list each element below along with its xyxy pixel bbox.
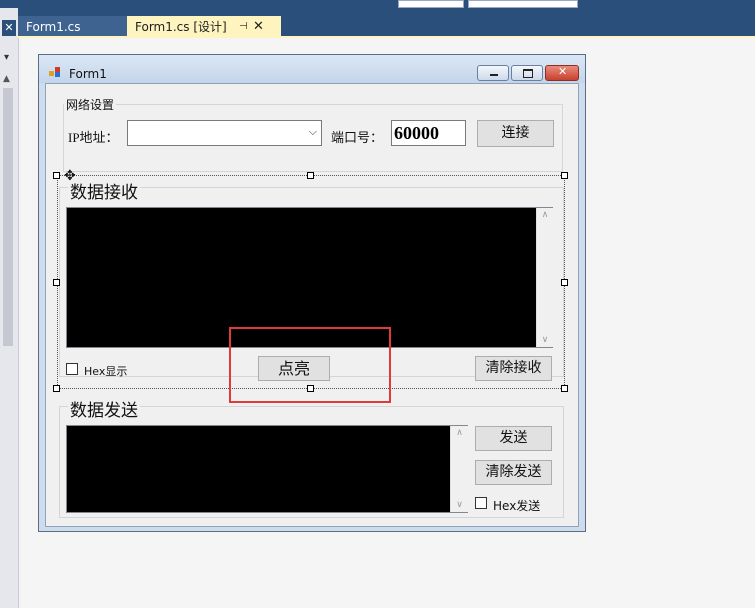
resize-handle[interactable]	[561, 279, 568, 286]
toolbar-dropdown[interactable]	[468, 0, 578, 8]
toolbar-dropdown[interactable]	[398, 0, 464, 8]
form-titlebar: Form1	[39, 55, 585, 83]
tab-form1-designer[interactable]: Form1.cs [设计] ⊣ ✕	[127, 16, 281, 38]
chevron-down-icon[interactable]: ▾	[4, 52, 9, 63]
send-button[interactable]: 发送	[475, 426, 552, 451]
scroll-up-icon[interactable]: ∧	[451, 428, 468, 438]
close-tab-icon[interactable]: ✕	[253, 16, 264, 38]
ip-address-combobox[interactable]: ⌵	[127, 120, 322, 146]
hex-send-label: Hex发送	[493, 499, 541, 513]
maximize-icon[interactable]	[511, 65, 543, 81]
resize-handle[interactable]	[53, 385, 60, 392]
scrollbar-thumb[interactable]	[3, 88, 13, 346]
app-icon	[49, 67, 61, 77]
ide-toolbar	[0, 0, 755, 8]
tab-label: Form1.cs	[26, 20, 81, 34]
scroll-up-icon[interactable]: ▲	[3, 74, 10, 84]
port-input[interactable]: 60000	[391, 120, 466, 146]
highlight-annotation	[229, 327, 391, 403]
scroll-down-icon[interactable]: ∨	[451, 500, 468, 510]
send-textbox[interactable]	[66, 425, 468, 513]
data-send-title: 数据发送	[68, 396, 140, 421]
network-settings-title: 网络设置	[64, 96, 117, 113]
port-label: 端口号：	[331, 131, 384, 146]
document-tab-bar: Form1.cs Form1.cs [设计] ⊣ ✕	[18, 8, 755, 38]
ip-label: IP地址：	[68, 130, 119, 145]
move-handle-icon[interactable]: ✥	[64, 168, 76, 184]
clear-send-button[interactable]: 清除发送	[475, 460, 552, 485]
form-title: Form1	[69, 67, 107, 81]
close-icon[interactable]: ✕	[2, 20, 16, 36]
resize-handle[interactable]	[561, 172, 568, 179]
tab-form1-code[interactable]: Form1.cs	[18, 16, 140, 38]
tab-label: Form1.cs [设计]	[135, 20, 227, 34]
resize-handle[interactable]	[561, 385, 568, 392]
connect-button[interactable]: 连接	[477, 120, 554, 147]
left-tool-rail: ✕ ▾ ▲	[0, 8, 19, 608]
resize-handle[interactable]	[53, 172, 60, 179]
resize-handle[interactable]	[53, 279, 60, 286]
window-close-icon[interactable]	[545, 65, 579, 81]
minimize-icon[interactable]	[477, 65, 509, 81]
hex-send-checkbox[interactable]	[475, 497, 487, 509]
resize-handle[interactable]	[307, 172, 314, 179]
pin-icon[interactable]: ⊣	[239, 16, 248, 38]
send-scrollbar[interactable]: ∧ ∨	[450, 426, 468, 512]
chevron-down-icon[interactable]: ⌵	[309, 125, 317, 139]
